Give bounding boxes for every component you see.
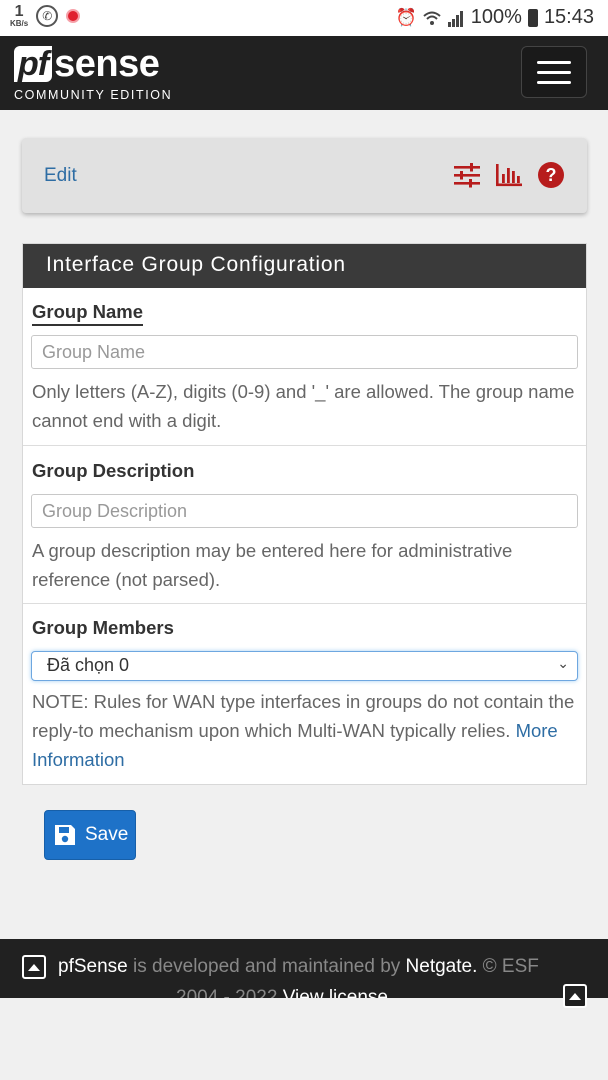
panel-title: Interface Group Configuration <box>23 244 586 288</box>
footer-copyright: © ESF <box>477 956 539 977</box>
status-bar-right: ⏰ 100% 15:43 <box>396 6 594 29</box>
battery-percent: 100% <box>470 6 522 28</box>
battery-icon <box>527 8 538 27</box>
save-button[interactable]: Save <box>44 810 136 860</box>
group-name-help: Only letters (A-Z), digits (0-9) and '_'… <box>32 381 575 431</box>
arrow-up-icon <box>569 992 581 1000</box>
group-description-label: Group Description <box>32 460 195 481</box>
footer: pfSense is developed and maintained by N… <box>0 939 608 1008</box>
group-description-help: A group description may be entered here … <box>32 540 513 590</box>
status-bar: 1 KB/s ✆ ⏰ 100% 15:43 <box>0 0 608 36</box>
help-icon[interactable]: ? <box>537 161 565 189</box>
svg-text:?: ? <box>546 165 557 185</box>
signal-icon <box>447 10 463 27</box>
group-members-select[interactable]: Đã chọn 0 ⌄ <box>31 651 578 681</box>
footer-line: pfSense is developed and maintained by N… <box>22 955 539 979</box>
status-bar-left: 1 KB/s ✆ <box>10 4 81 28</box>
group-members-note-text: NOTE: Rules for WAN type interfaces in g… <box>32 691 575 741</box>
footer-product: pfSense <box>58 956 128 977</box>
hamburger-bar <box>537 80 571 84</box>
group-members-selected: Đã chọn 0 <box>47 655 130 675</box>
network-speed: 1 KB/s <box>10 4 28 28</box>
page-bottom-area <box>0 998 608 1080</box>
chevron-down-icon: ⌄ <box>557 655 569 671</box>
interface-group-panel: Interface Group Configuration Group Name… <box>22 243 587 785</box>
notification-app-icon <box>66 9 81 23</box>
network-speed-value: 1 <box>14 3 24 20</box>
clock: 15:43 <box>543 6 594 28</box>
collapse-icon[interactable] <box>22 955 46 979</box>
menu-toggle-button[interactable] <box>521 46 587 98</box>
network-speed-unit: KB/s <box>10 19 29 28</box>
breadcrumb-shortcuts: ? <box>453 161 565 189</box>
group-members-note: NOTE: Rules for WAN type interfaces in g… <box>32 687 580 774</box>
logo-edition: COMMUNITY EDITION <box>14 88 173 102</box>
wifi-icon <box>423 11 441 25</box>
breadcrumb: Edit ? <box>22 138 587 213</box>
logo-sense: sense <box>54 43 160 85</box>
logo-pf: pf <box>14 46 53 82</box>
footer-company-link[interactable]: Netgate. <box>406 956 478 978</box>
group-name-input[interactable] <box>31 335 578 369</box>
top-navbar: pf sense COMMUNITY EDITION <box>0 36 608 110</box>
hamburger-bar <box>537 60 571 64</box>
group-members-section: Group Members Đã chọn 0 ⌄ NOTE: Rules fo… <box>23 603 586 784</box>
settings-sliders-icon[interactable] <box>453 162 481 188</box>
hamburger-bar <box>537 70 571 74</box>
save-icon <box>55 825 75 845</box>
save-button-label: Save <box>85 824 129 845</box>
pfsense-logo[interactable]: pf sense COMMUNITY EDITION <box>14 43 173 102</box>
bar-chart-icon[interactable] <box>495 162 523 188</box>
group-description-section: Group Description A group description ma… <box>23 445 586 603</box>
footer-text: is developed and maintained by <box>127 956 406 977</box>
alarm-icon: ⏰ <box>395 7 417 27</box>
group-name-section: Group Name Only letters (A-Z), digits (0… <box>23 288 586 445</box>
group-description-input[interactable] <box>31 494 578 528</box>
scroll-to-top-button[interactable] <box>563 984 587 1008</box>
viber-icon: ✆ <box>36 5 59 27</box>
group-members-label: Group Members <box>32 617 174 638</box>
breadcrumb-edit: Edit <box>44 165 77 186</box>
group-name-label: Group Name <box>32 301 144 326</box>
